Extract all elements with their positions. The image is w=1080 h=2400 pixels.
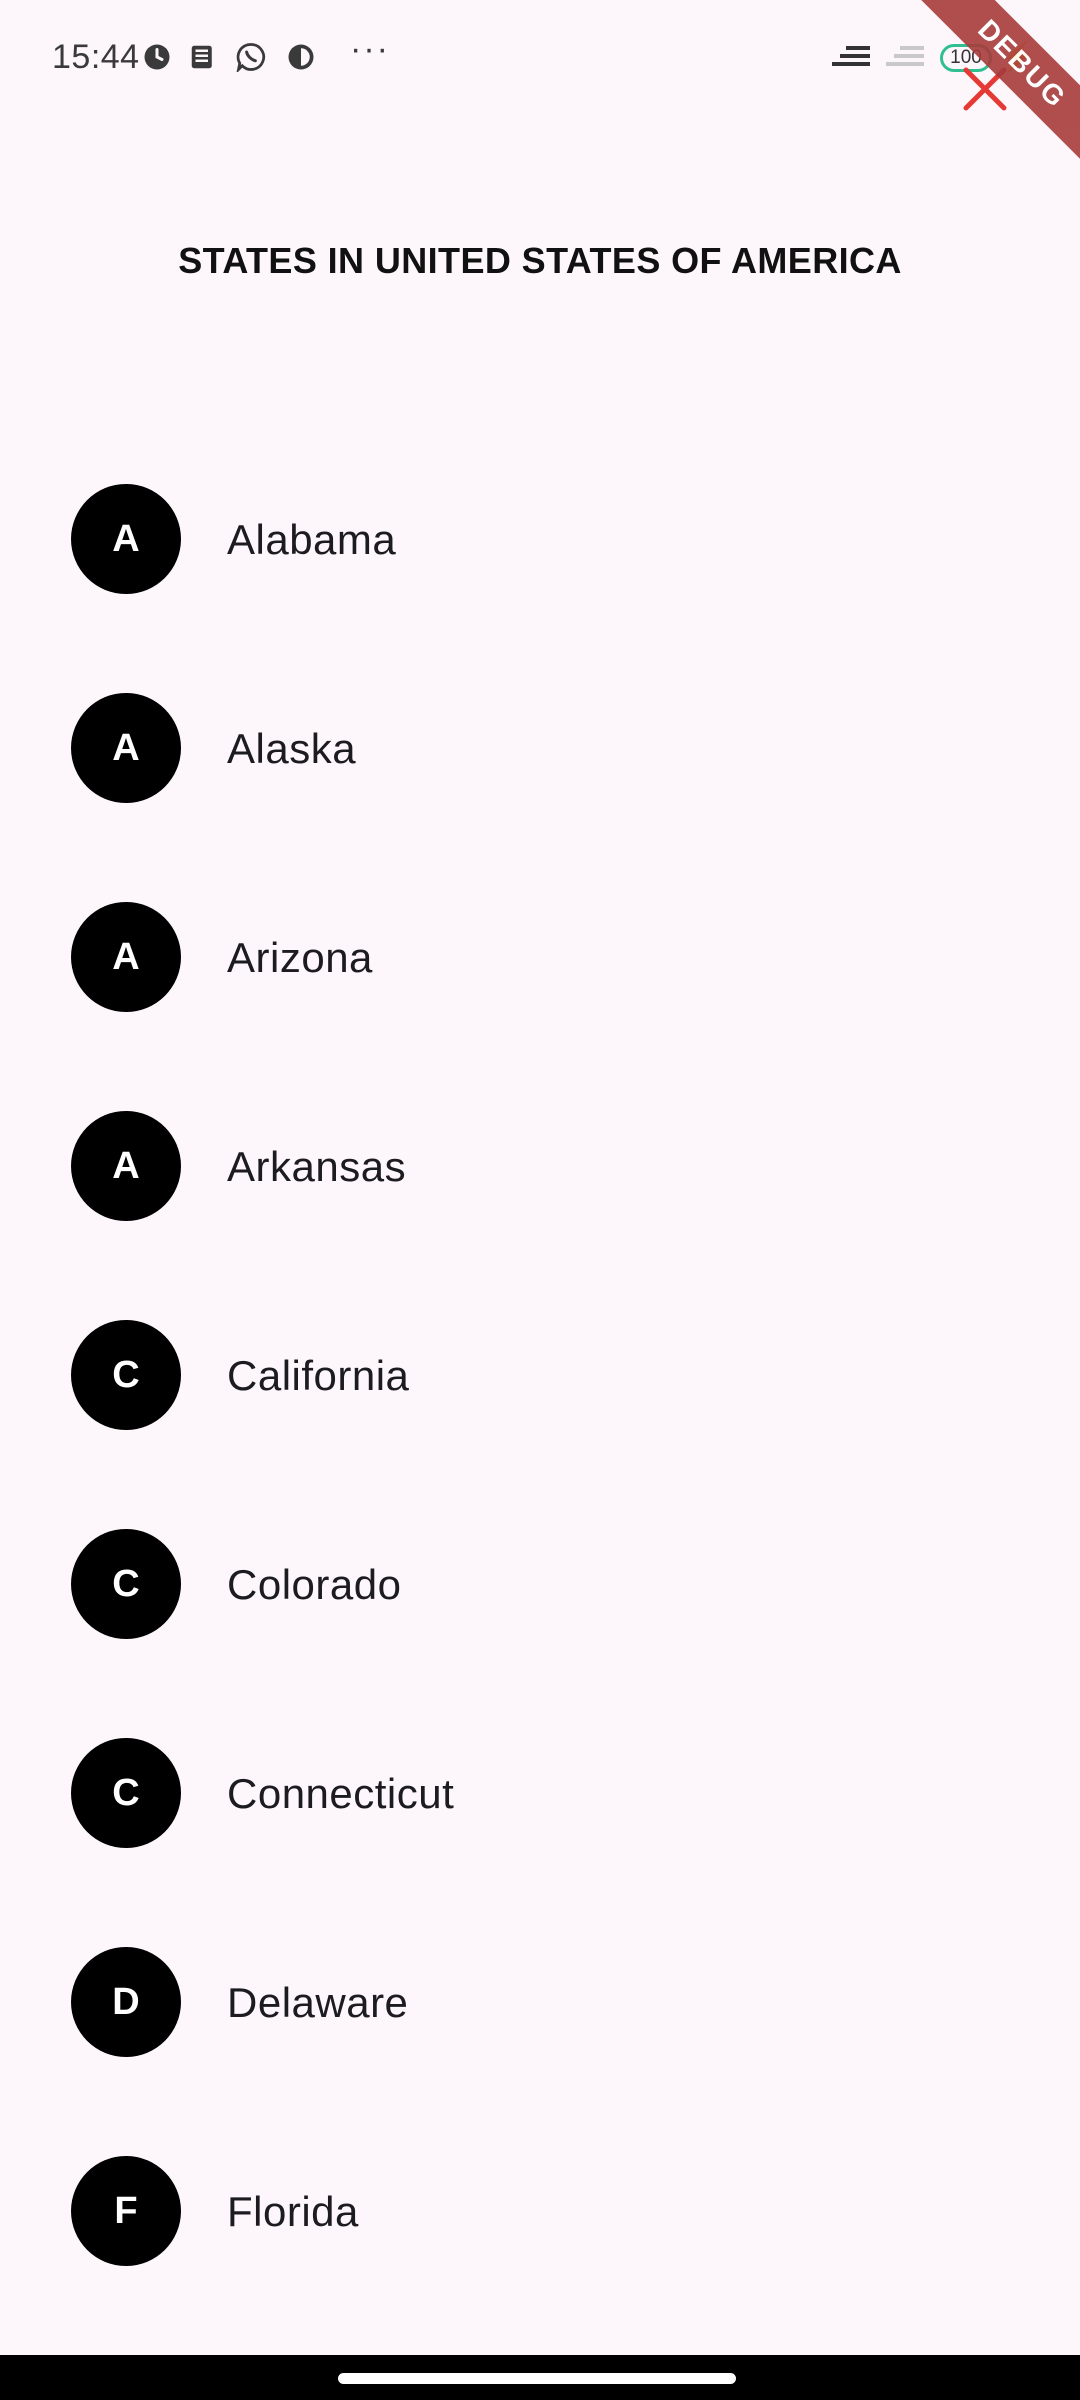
list-item[interactable]: A Arizona (0, 850, 1080, 1059)
avatar: F (71, 2156, 181, 2266)
avatar: C (71, 1529, 181, 1639)
list-item-label: Connecticut (227, 1770, 455, 1817)
list-item[interactable]: C Colorado (0, 1477, 1080, 1686)
list-item-label: Arizona (227, 934, 373, 981)
signal-weak-icon (886, 46, 924, 74)
page-title: STATES IN UNITED STATES OF AMERICA (178, 240, 902, 281)
signal-icon (832, 46, 870, 74)
list-item[interactable]: F Florida (0, 2104, 1080, 2313)
list-item[interactable]: A Arkansas (0, 1059, 1080, 1268)
list-item[interactable]: D Delaware (0, 1895, 1080, 2104)
avatar: C (71, 1320, 181, 1430)
list-item-label: Arkansas (227, 1143, 407, 1190)
state-list: A Alabama A Alaska A Arizona A Arkansas … (0, 432, 1080, 2313)
list-item-label: California (227, 1352, 410, 1399)
avatar: A (71, 484, 181, 594)
avatar: A (71, 693, 181, 803)
list-item[interactable]: A Alaska (0, 641, 1080, 850)
list-item[interactable]: C California (0, 1268, 1080, 1477)
home-indicator[interactable] (338, 2373, 736, 2384)
navigation-bar (0, 2355, 1080, 2400)
avatar: A (71, 902, 181, 1012)
list-item-label: Alabama (227, 516, 397, 563)
whatsapp-icon (236, 43, 266, 72)
news-icon (191, 45, 212, 69)
avatar: A (71, 1111, 181, 1221)
list-item-label: Delaware (227, 1979, 409, 2026)
app-icon (288, 44, 314, 70)
list-item[interactable]: A Alabama (0, 432, 1080, 641)
avatar: D (71, 1947, 181, 2057)
list-item-label: Colorado (227, 1561, 402, 1608)
more-notifications-icon: ··· (350, 30, 390, 68)
list-item[interactable]: C Connecticut (0, 1686, 1080, 1895)
status-bar: 15:44 ··· 100 ⚡ (0, 0, 1080, 120)
list-item-label: Alaska (227, 725, 357, 772)
alarm-icon (144, 44, 170, 70)
avatar: C (71, 1738, 181, 1848)
status-time: 15:44 (52, 38, 140, 76)
list-item-label: Florida (227, 2188, 359, 2235)
